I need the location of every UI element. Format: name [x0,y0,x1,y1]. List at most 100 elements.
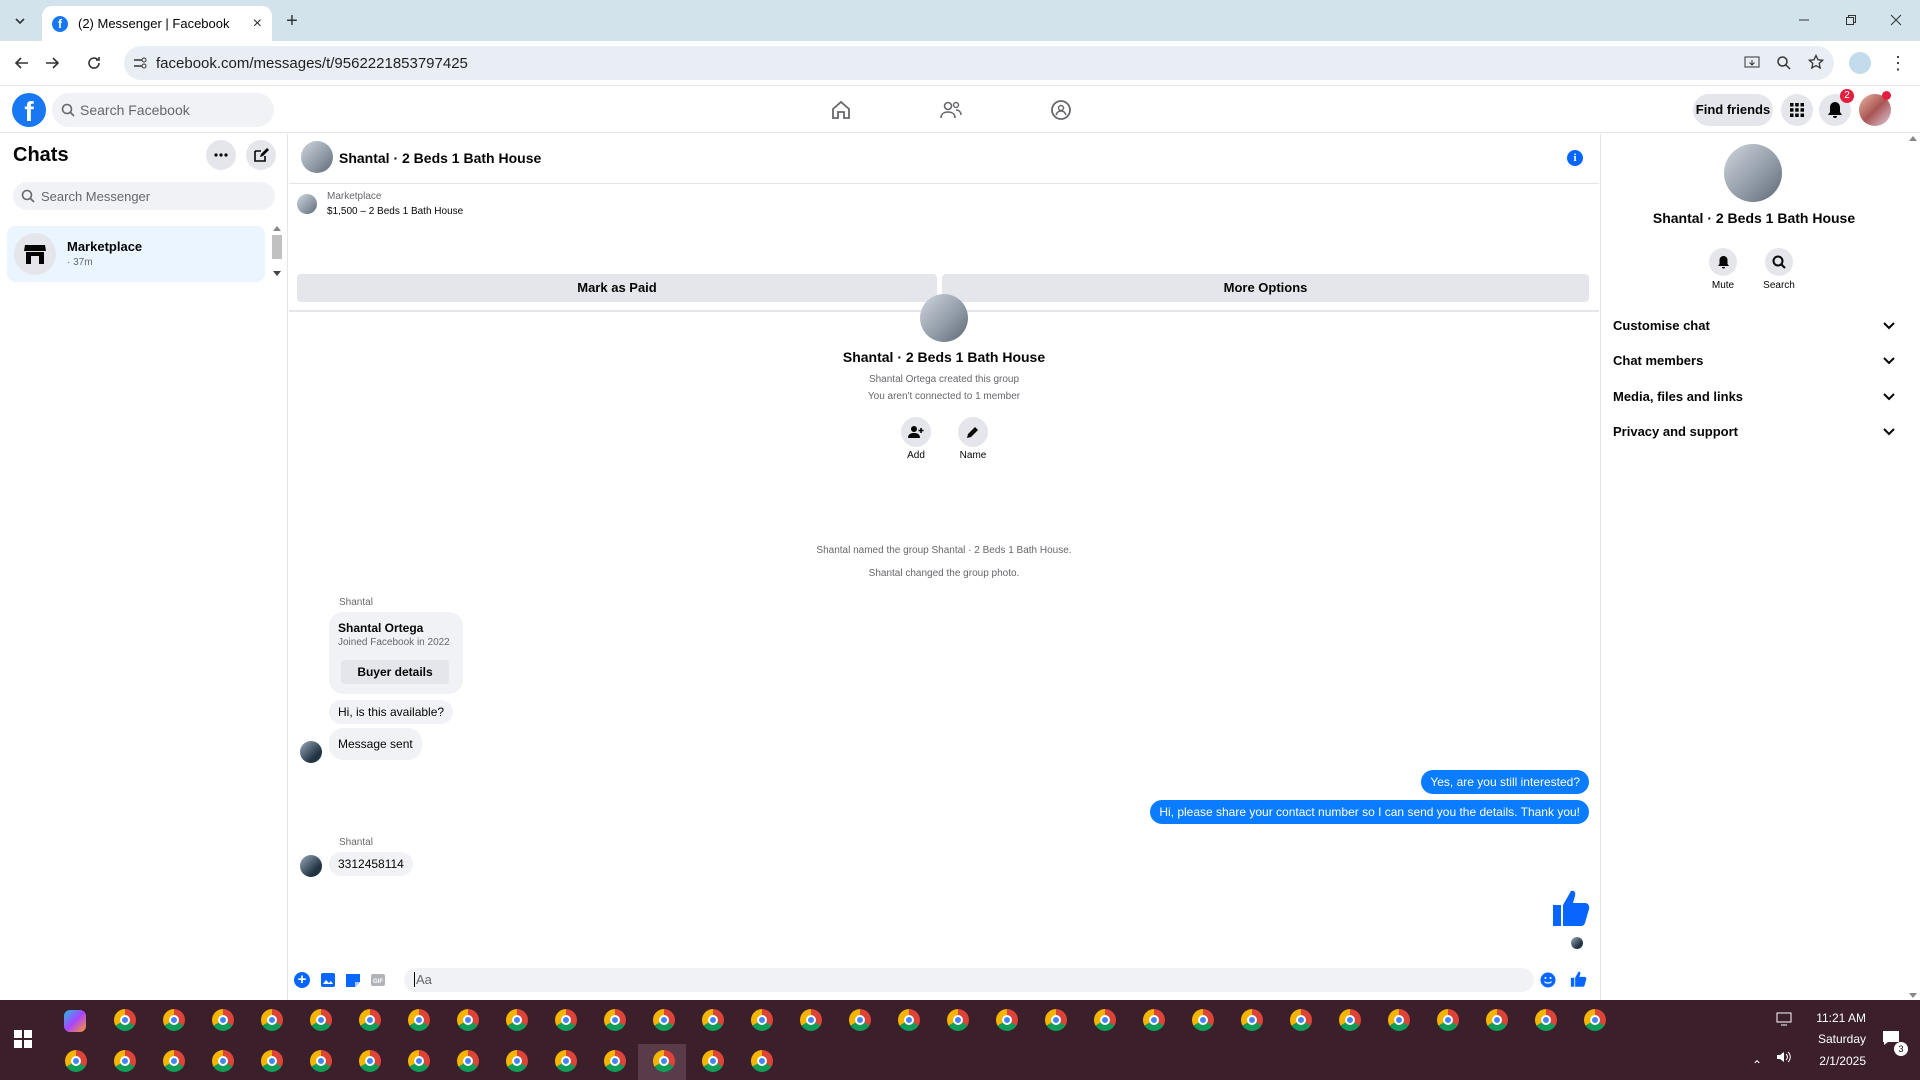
tab-search-chevron-icon[interactable] [6,7,34,35]
chrome-taskbar-icon[interactable] [1094,1009,1116,1031]
chat-list-item[interactable]: Marketplace · 37m [7,226,265,282]
sent-like-thumb-icon[interactable] [1551,888,1593,928]
message-input[interactable]: Aa [404,968,1534,992]
gif-icon[interactable]: GIF [370,972,386,988]
chrome-taskbar-icon[interactable] [212,1009,234,1031]
chrome-taskbar-icon[interactable] [457,1009,479,1031]
home-nav-icon[interactable] [827,96,855,124]
chrome-taskbar-icon[interactable] [1339,1009,1361,1031]
edit-name-pencil-icon[interactable] [958,417,988,447]
chrome-taskbar-icon[interactable] [800,1009,822,1031]
profile-icon[interactable] [1846,49,1874,77]
zoom-icon[interactable] [1776,55,1792,71]
chrome-taskbar-icon[interactable] [114,1009,136,1031]
facebook-search-input[interactable]: Search Facebook [52,93,274,127]
clock-time[interactable]: 11:21 AM [1806,1011,1866,1025]
volume-icon[interactable] [1776,1050,1792,1064]
chrome-taskbar-icon[interactable] [849,1009,871,1031]
page-scrollbar[interactable] [1906,134,1920,1000]
incoming-message[interactable]: 3312458114 [329,852,413,876]
show-hidden-icons-chevron-icon[interactable]: ⌃ [1752,1058,1762,1072]
chrome-taskbar-icon[interactable] [1535,1009,1557,1031]
window-close-icon[interactable] [1882,6,1910,34]
address-bar[interactable]: facebook.com/messages/t/9562221853797425 [124,46,1834,80]
chrome-taskbar-icon[interactable] [947,1009,969,1031]
find-friends-button[interactable]: Find friends [1693,94,1773,126]
chrome-taskbar-icon[interactable] [506,1050,528,1072]
back-icon[interactable] [8,49,36,77]
chrome-taskbar-icon[interactable] [1486,1009,1508,1031]
sender-avatar[interactable] [300,855,322,877]
chrome-taskbar-icon[interactable] [310,1009,332,1031]
facebook-logo-icon[interactable]: f [12,93,46,127]
chrome-taskbar-icon[interactable] [751,1050,773,1072]
more-options-button[interactable]: More Options [942,274,1589,302]
chrome-taskbar-icon[interactable] [1437,1009,1459,1031]
chat-list-scrollbar[interactable] [272,226,282,278]
incoming-message[interactable]: Hi, is this available? [329,700,454,724]
bookmark-star-icon[interactable] [1808,54,1824,70]
chrome-taskbar-icon[interactable] [1584,1009,1606,1031]
chrome-taskbar-icon[interactable] [604,1009,626,1031]
chrome-taskbar-icon[interactable] [555,1050,577,1072]
chrome-taskbar-icon[interactable] [702,1009,724,1031]
chrome-taskbar-icon[interactable] [1388,1009,1410,1031]
sender-avatar[interactable] [300,741,322,763]
photo-attach-icon[interactable] [320,972,336,988]
search-in-chat-icon[interactable] [1765,248,1793,276]
privacy-support-section[interactable]: Privacy and support [1613,424,1895,439]
messenger-search-input[interactable]: Search Messenger [13,182,275,210]
chrome-taskbar-icon[interactable] [359,1050,381,1072]
tab-close-icon[interactable]: × [253,15,262,33]
network-icon[interactable] [1776,1012,1792,1026]
chrome-taskbar-icon[interactable] [1241,1009,1263,1031]
incoming-message[interactable]: Message sent [329,728,422,760]
chrome-taskbar-icon[interactable] [65,1050,87,1072]
conversation-info-icon[interactable]: i [1567,150,1583,166]
chat-members-section[interactable]: Chat members [1613,353,1895,368]
chrome-taskbar-icon[interactable] [163,1050,185,1072]
menu-grid-icon[interactable] [1781,94,1813,126]
chat-options-icon[interactable] [206,140,236,170]
minimize-icon[interactable] [1790,6,1818,34]
reload-icon[interactable] [80,49,108,77]
media-files-section[interactable]: Media, files and links [1613,389,1895,404]
chrome-taskbar-icon[interactable] [1143,1009,1165,1031]
friends-nav-icon[interactable] [937,96,965,124]
copilot-icon[interactable] [64,1010,86,1032]
chrome-taskbar-icon[interactable] [457,1050,479,1072]
new-message-compose-icon[interactable] [246,140,276,170]
new-tab-icon[interactable]: + [278,7,306,35]
browser-menu-icon[interactable]: ⋮ [1884,49,1912,77]
chrome-taskbar-icon[interactable] [1290,1009,1312,1031]
chrome-taskbar-icon[interactable] [359,1009,381,1031]
chrome-taskbar-icon[interactable] [408,1050,430,1072]
chrome-taskbar-icon[interactable] [310,1050,332,1072]
chrome-taskbar-icon[interactable] [1192,1009,1214,1031]
install-app-icon[interactable] [1744,55,1760,71]
chrome-taskbar-icon[interactable] [702,1050,724,1072]
emoji-icon[interactable] [1540,972,1556,988]
outgoing-message[interactable]: Yes, are you still interested? [1421,770,1589,794]
chrome-taskbar-icon[interactable] [114,1050,136,1072]
site-info-icon[interactable] [132,55,148,71]
mark-as-paid-button[interactable]: Mark as Paid [297,274,937,302]
chrome-taskbar-icon[interactable] [212,1050,234,1072]
groups-nav-icon[interactable] [1047,96,1075,124]
add-member-icon[interactable] [901,417,931,447]
outgoing-message[interactable]: Hi, please share your contact number so … [1150,800,1589,824]
chrome-taskbar-icon[interactable] [996,1009,1018,1031]
group-avatar[interactable] [301,141,333,173]
chrome-taskbar-icon[interactable] [653,1009,675,1031]
more-actions-plus-icon[interactable]: + [294,972,310,988]
chrome-taskbar-icon[interactable] [1045,1009,1067,1031]
chrome-taskbar-icon[interactable] [604,1050,626,1072]
conversation-title[interactable]: Shantal · 2 Beds 1 Bath House [339,150,541,166]
mute-bell-icon[interactable] [1709,248,1737,276]
listing-thumbnail[interactable] [297,194,317,214]
browser-tab-messenger[interactable]: f (2) Messenger | Facebook × [42,6,272,41]
sticker-icon[interactable] [345,972,361,988]
chrome-taskbar-icon[interactable] [898,1009,920,1031]
chrome-taskbar-icon[interactable] [506,1009,528,1031]
listing-title[interactable]: $1,500 – 2 Beds 1 Bath House [327,206,463,217]
